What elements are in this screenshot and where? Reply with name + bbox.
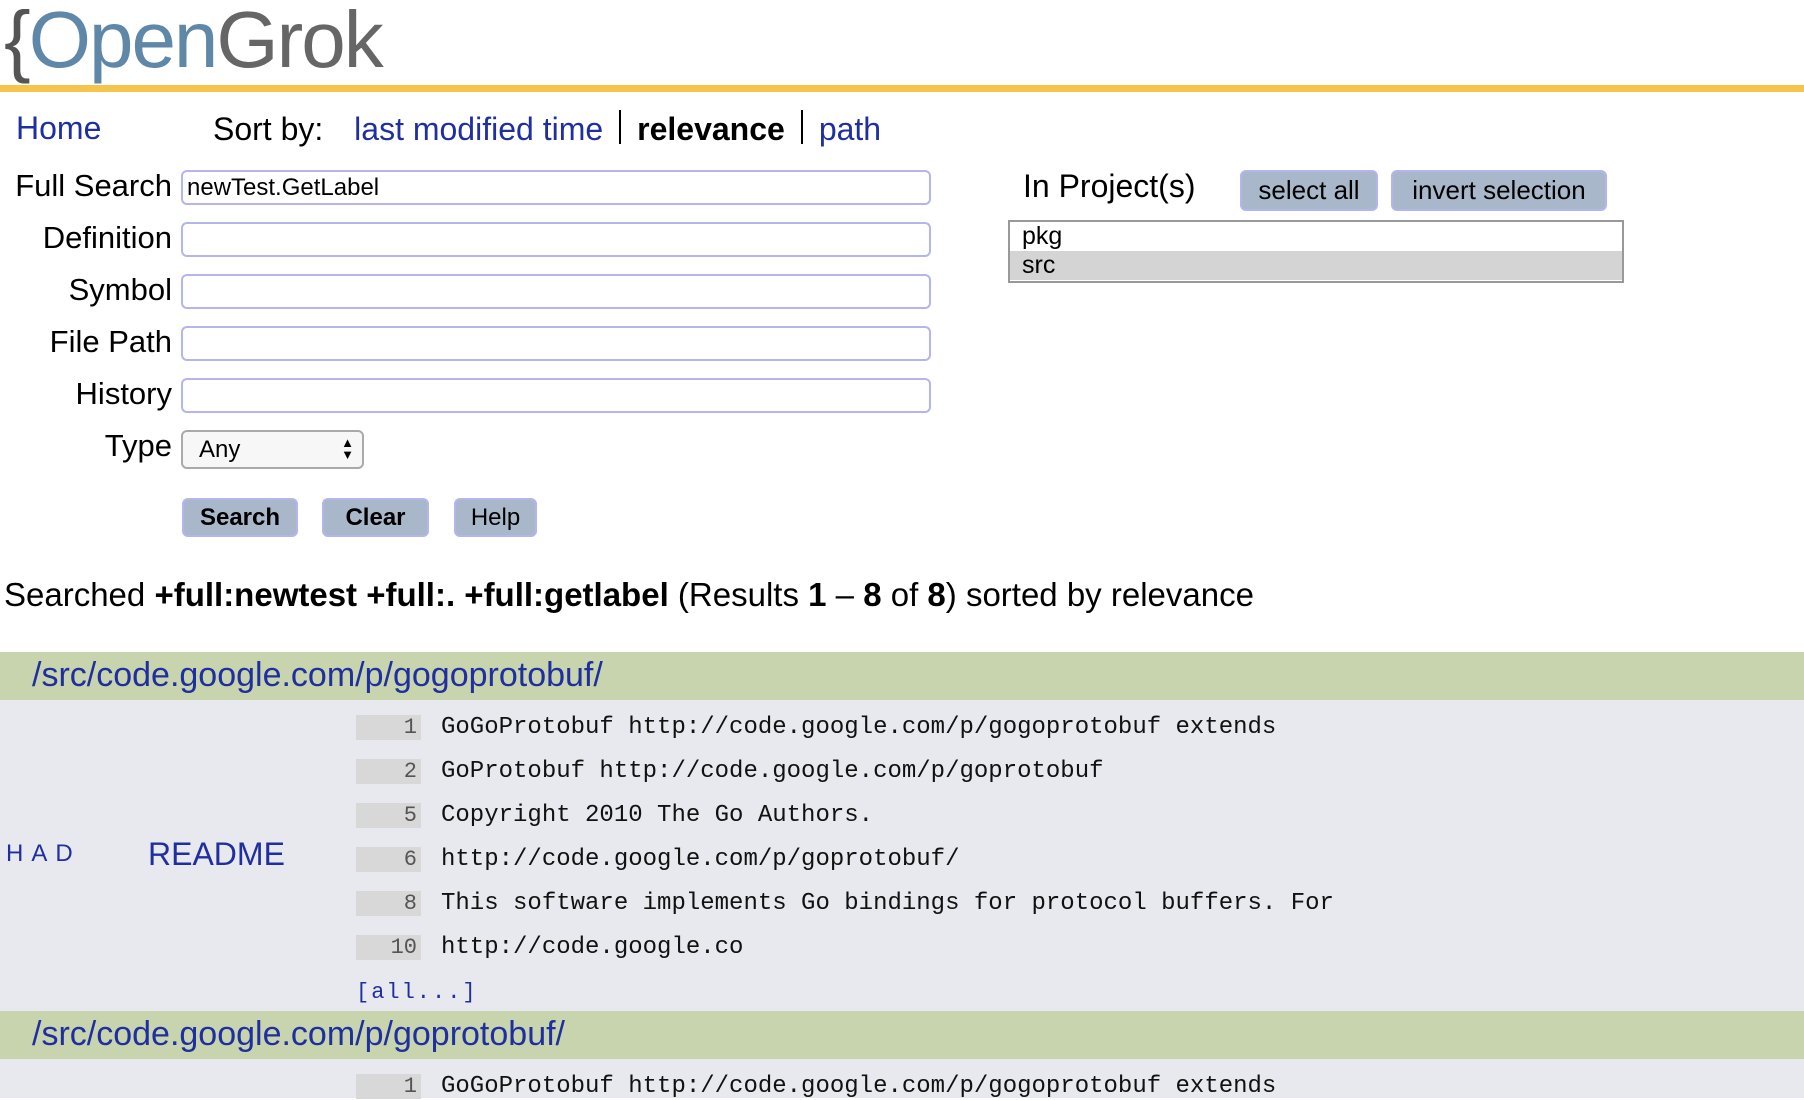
sort-separator bbox=[800, 110, 803, 144]
history-input[interactable] bbox=[181, 378, 931, 413]
file-path-input[interactable] bbox=[181, 326, 931, 361]
line-number[interactable]: 10 bbox=[356, 935, 421, 960]
code-line[interactable]: http://code.google.co bbox=[441, 935, 743, 960]
type-label: Type bbox=[104, 428, 172, 463]
line-number[interactable]: 8 bbox=[356, 891, 421, 916]
sort-bar: Sort by: last modified time relevance path bbox=[213, 110, 881, 148]
definition-input[interactable] bbox=[181, 222, 931, 257]
definition-label: Definition bbox=[42, 220, 172, 255]
logo-open: Open bbox=[28, 0, 219, 84]
result-dir-link[interactable]: /src/code.google.com/p/goprotobuf/ bbox=[32, 1015, 565, 1054]
opengrok-logo[interactable]: {OpenGrok bbox=[4, 0, 384, 86]
home-link[interactable]: Home bbox=[16, 110, 101, 147]
result-file-link[interactable]: README bbox=[148, 836, 285, 873]
type-select[interactable]: Any ▲ ▼ bbox=[181, 430, 364, 469]
logo-grok: Grok bbox=[216, 0, 383, 84]
result-dir-header: /src/code.google.com/p/goprotobuf/ bbox=[0, 1011, 1804, 1059]
search-summary: Searched +full:newtest +full:. +full:get… bbox=[4, 576, 1254, 614]
history-label: History bbox=[75, 376, 172, 411]
symbol-label: Symbol bbox=[68, 272, 172, 307]
show-all-matches-link[interactable]: [all...] bbox=[356, 980, 478, 1005]
summary-results: (Results bbox=[677, 576, 799, 613]
summary-tail: ) sorted by relevance bbox=[945, 576, 1254, 613]
summary-from: 1 bbox=[808, 576, 827, 613]
code-line[interactable]: GoProtobuf http://code.google.com/p/gopr… bbox=[441, 759, 1104, 784]
full-search-input[interactable]: newTest.GetLabel bbox=[181, 170, 931, 205]
line-number[interactable]: 1 bbox=[356, 715, 421, 740]
header-divider bbox=[0, 85, 1804, 92]
summary-of: of bbox=[890, 576, 919, 613]
clear-button[interactable]: Clear bbox=[322, 498, 429, 537]
summary-searched: Searched bbox=[4, 576, 146, 613]
code-line[interactable]: Copyright 2010 The Go Authors. bbox=[441, 803, 873, 828]
line-number[interactable]: 6 bbox=[356, 847, 421, 872]
search-button[interactable]: Search bbox=[182, 498, 298, 537]
code-line[interactable]: GoGoProtobuf http://code.google.com/p/go… bbox=[441, 715, 1276, 740]
summary-query: +full:newtest +full:. +full:getlabel bbox=[154, 576, 669, 613]
project-option-pkg[interactable]: pkg bbox=[1010, 222, 1622, 251]
line-number[interactable]: 2 bbox=[356, 759, 421, 784]
code-line[interactable]: http://code.google.com/p/goprotobuf/ bbox=[441, 847, 959, 872]
symbol-input[interactable] bbox=[181, 274, 931, 309]
project-list[interactable]: pkg src bbox=[1008, 220, 1624, 283]
in-projects-label: In Project(s) bbox=[1023, 168, 1196, 204]
file-path-label: File Path bbox=[49, 324, 172, 359]
summary-dash: – bbox=[835, 576, 855, 613]
sort-separator bbox=[619, 110, 622, 144]
line-number[interactable]: 1 bbox=[356, 1074, 421, 1099]
invert-selection-button[interactable]: invert selection bbox=[1391, 170, 1607, 211]
sort-by-label: Sort by: bbox=[213, 111, 324, 147]
result-dir-header: /src/code.google.com/p/gogoprotobuf/ bbox=[0, 652, 1804, 700]
summary-to: 8 bbox=[863, 576, 882, 613]
type-selected-value: Any bbox=[199, 436, 241, 463]
select-arrows-icon: ▲ ▼ bbox=[341, 435, 354, 462]
sort-path-link[interactable]: path bbox=[819, 111, 881, 147]
code-line[interactable]: This software implements Go bindings for… bbox=[441, 891, 1334, 916]
sort-relevance-active: relevance bbox=[637, 111, 785, 147]
history-annotate-download-links[interactable]: HAD bbox=[6, 840, 81, 868]
summary-total: 8 bbox=[927, 576, 946, 613]
sort-last-modified-link[interactable]: last modified time bbox=[354, 111, 603, 147]
help-button[interactable]: Help bbox=[454, 498, 537, 537]
code-line[interactable]: GoGoProtobuf http://code.google.com/p/go… bbox=[441, 1074, 1276, 1099]
project-option-src[interactable]: src bbox=[1010, 251, 1622, 280]
logo-brace: { bbox=[4, 0, 31, 84]
result-dir-link[interactable]: /src/code.google.com/p/gogoprotobuf/ bbox=[32, 656, 603, 695]
line-number[interactable]: 5 bbox=[356, 803, 421, 828]
select-all-button[interactable]: select all bbox=[1240, 170, 1378, 211]
full-search-label: Full Search bbox=[15, 168, 172, 203]
